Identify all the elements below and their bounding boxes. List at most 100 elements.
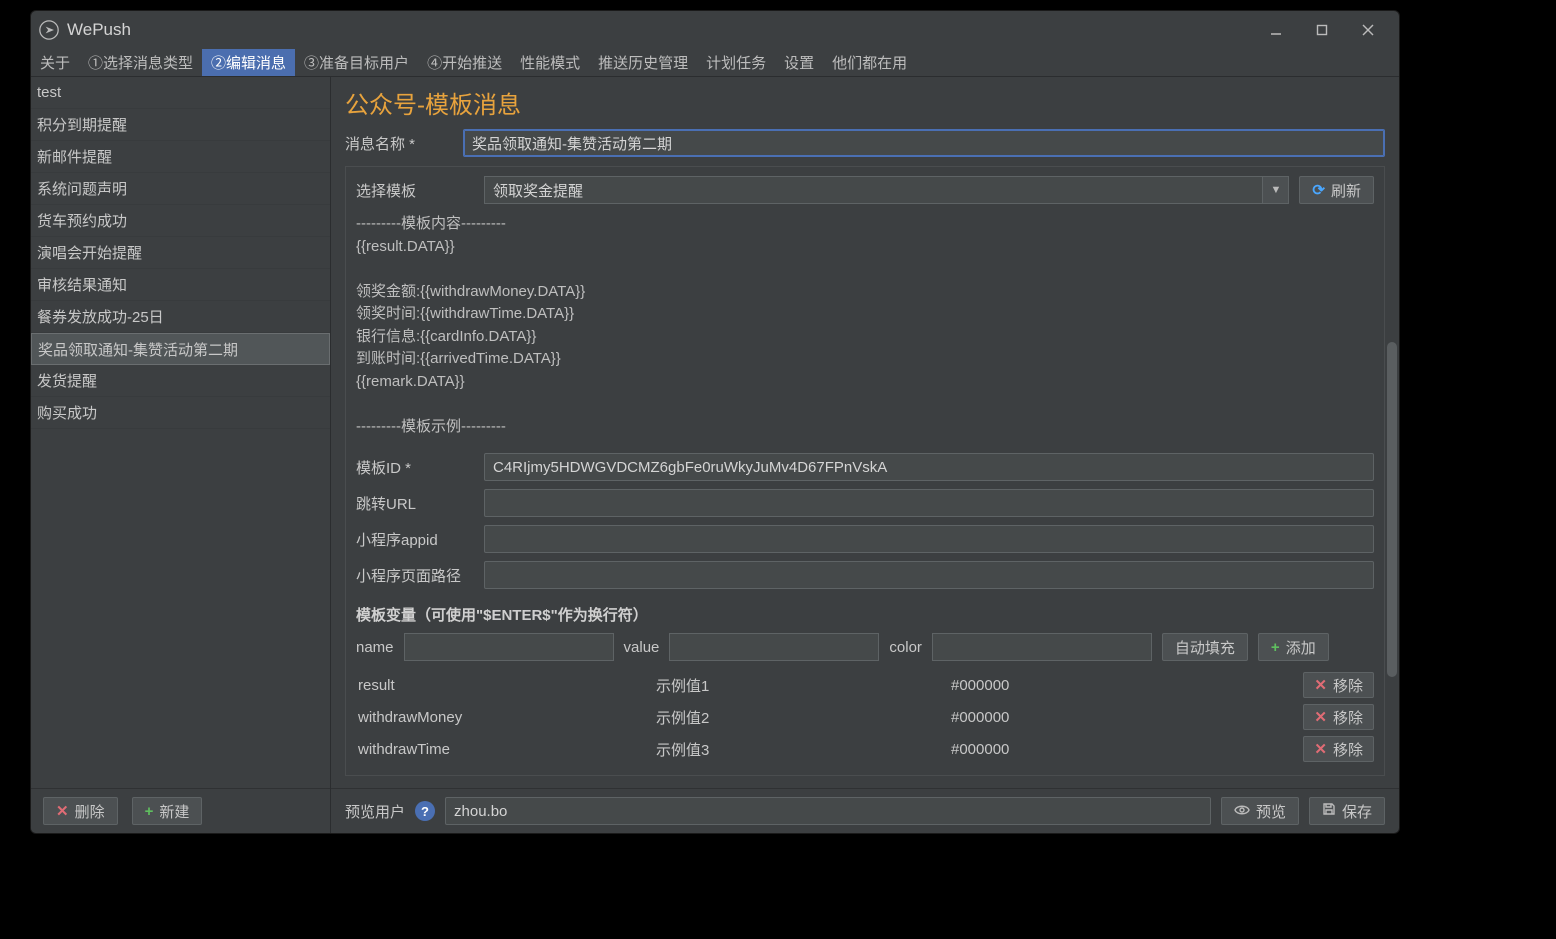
variable-row: withdrawMoney示例值2#000000✕移除 — [356, 701, 1374, 733]
tab-7[interactable]: 计划任务 — [697, 49, 775, 76]
titlebar: WePush — [31, 11, 1399, 49]
refresh-icon: ⟳ — [1312, 181, 1325, 199]
main-scrollbar[interactable] — [1387, 342, 1397, 736]
remove-variable-button[interactable]: ✕ 移除 — [1303, 704, 1374, 730]
tab-8[interactable]: 设置 — [775, 49, 823, 76]
jump-url-label: 跳转URL — [356, 493, 474, 514]
remove-button-label: 移除 — [1333, 707, 1363, 728]
variables-section: 模板变量（可使用"$ENTER$"作为换行符） name value color… — [346, 598, 1384, 765]
remove-button-label: 移除 — [1333, 675, 1363, 696]
var-name-label: name — [356, 639, 394, 656]
mini-appid-input[interactable] — [484, 525, 1374, 553]
autofill-button[interactable]: 自动填充 — [1162, 633, 1248, 661]
delete-button[interactable]: ✕ 删除 — [43, 797, 118, 825]
var-value-input[interactable] — [669, 633, 879, 661]
sidebar-item-10[interactable]: 购买成功 — [31, 397, 330, 429]
tab-3[interactable]: ③准备目标用户 — [295, 49, 418, 76]
sidebar-item-3[interactable]: 系统问题声明 — [31, 173, 330, 205]
jump-url-input[interactable] — [484, 489, 1374, 517]
template-select[interactable]: 领取奖金提醒 — [484, 176, 1263, 204]
close-icon: ✕ — [56, 802, 69, 820]
select-template-label: 选择模板 — [356, 180, 474, 201]
tab-2[interactable]: ②编辑消息 — [202, 49, 295, 76]
tab-1[interactable]: ①选择消息类型 — [79, 49, 202, 76]
msg-name-label: 消息名称 — [345, 133, 453, 154]
window-minimize-button[interactable] — [1253, 14, 1299, 46]
sidebar-item-0[interactable]: test — [31, 77, 330, 109]
sidebar-list: test积分到期提醒新邮件提醒系统问题声明货车预约成功演唱会开始提醒审核结果通知… — [31, 77, 330, 788]
variables-input-row: name value color 自动填充 + 添加 — [356, 633, 1374, 669]
sidebar-footer: ✕ 删除 + 新建 — [31, 788, 330, 833]
close-icon: ✕ — [1314, 740, 1327, 758]
preview-button[interactable]: 预览 — [1221, 797, 1299, 825]
window-maximize-button[interactable] — [1299, 14, 1345, 46]
sidebar-item-1[interactable]: 积分到期提醒 — [31, 109, 330, 141]
variables-title: 模板变量（可使用"$ENTER$"作为换行符） — [356, 598, 1374, 633]
var-name-input[interactable] — [404, 633, 614, 661]
template-content: ---------模板内容--------- {{result.DATA}} 领… — [346, 211, 1384, 444]
eye-icon — [1234, 803, 1250, 820]
scrollbar-thumb[interactable] — [1387, 342, 1397, 677]
template-id-input[interactable] — [484, 453, 1374, 481]
refresh-button[interactable]: ⟳ 刷新 — [1299, 176, 1374, 204]
template-panel: 选择模板 领取奖金提醒 ▼ ⟳ 刷新 ---------模板内容------ — [345, 166, 1385, 776]
var-row-value: 示例值3 — [656, 739, 951, 760]
var-row-value: 示例值2 — [656, 707, 951, 728]
sidebar-item-7[interactable]: 餐券发放成功-25日 — [31, 301, 330, 333]
var-row-name: result — [356, 677, 656, 694]
tab-5[interactable]: 性能模式 — [511, 49, 589, 76]
var-color-label: color — [889, 639, 922, 656]
main-header: 公众号-模板消息 — [331, 77, 1399, 126]
sidebar-item-9[interactable]: 发货提醒 — [31, 365, 330, 397]
preview-user-input[interactable] — [445, 797, 1211, 825]
main-tabs: 关于①选择消息类型②编辑消息③准备目标用户④开始推送性能模式推送历史管理计划任务… — [31, 49, 1399, 77]
close-icon: ✕ — [1314, 676, 1327, 694]
var-row-color: #000000 — [951, 709, 1268, 726]
remove-variable-button[interactable]: ✕ 移除 — [1303, 736, 1374, 762]
var-row-name: withdrawTime — [356, 741, 656, 758]
page-title: 公众号-模板消息 — [345, 85, 1385, 120]
sidebar-item-4[interactable]: 货车预约成功 — [31, 205, 330, 237]
template-select-value: 领取奖金提醒 — [493, 180, 583, 201]
remove-variable-button[interactable]: ✕ 移除 — [1303, 672, 1374, 698]
sidebar-item-5[interactable]: 演唱会开始提醒 — [31, 237, 330, 269]
help-icon[interactable]: ? — [415, 801, 435, 821]
add-variable-button[interactable]: + 添加 — [1258, 633, 1329, 661]
app-window: WePush 关于①选择消息类型②编辑消息③准备目标用户④开始推送性能模式推送历… — [30, 10, 1400, 834]
sidebar-item-6[interactable]: 审核结果通知 — [31, 269, 330, 301]
autofill-button-label: 自动填充 — [1175, 637, 1235, 658]
var-color-input[interactable] — [932, 633, 1152, 661]
sidebar-item-2[interactable]: 新邮件提醒 — [31, 141, 330, 173]
preview-button-label: 预览 — [1256, 801, 1286, 822]
app-title: WePush — [67, 20, 131, 40]
save-button-label: 保存 — [1342, 801, 1372, 822]
variable-row: withdrawTime示例值3#000000 ✕ 移除 — [356, 733, 1374, 765]
delete-button-label: 删除 — [75, 801, 105, 822]
var-row-color: #000000 — [951, 677, 1268, 694]
sidebar-item-8[interactable]: 奖品领取通知-集赞活动第二期 — [31, 333, 330, 365]
mini-path-label: 小程序页面路径 — [356, 565, 474, 586]
tab-0[interactable]: 关于 — [31, 49, 79, 76]
remove-button-label: 移除 — [1333, 739, 1363, 760]
msg-name-input[interactable] — [463, 129, 1385, 157]
var-row-value: 示例值1 — [656, 675, 951, 696]
template-id-label: 模板ID — [356, 457, 474, 478]
close-icon: ✕ — [1314, 708, 1327, 726]
main-panel: 公众号-模板消息 消息名称 选择模板 领取奖金提醒 ▼ — [331, 77, 1399, 833]
tab-4[interactable]: ④开始推送 — [418, 49, 511, 76]
tab-6[interactable]: 推送历史管理 — [589, 49, 697, 76]
window-close-button[interactable] — [1345, 14, 1391, 46]
chevron-down-icon[interactable]: ▼ — [1263, 176, 1289, 204]
save-button[interactable]: 保存 — [1309, 797, 1385, 825]
var-value-label: value — [624, 639, 660, 656]
new-button-label: 新建 — [159, 801, 189, 822]
mini-appid-label: 小程序appid — [356, 529, 474, 550]
variables-table: result示例值1#000000✕移除withdrawMoney示例值2#00… — [356, 669, 1374, 765]
app-body: test积分到期提醒新邮件提醒系统问题声明货车预约成功演唱会开始提醒审核结果通知… — [31, 77, 1399, 833]
app-icon — [39, 20, 59, 40]
var-row-color: #000000 — [951, 741, 1268, 758]
tab-9[interactable]: 他们都在用 — [823, 49, 916, 76]
save-icon — [1322, 802, 1336, 820]
mini-path-input[interactable] — [484, 561, 1374, 589]
new-button[interactable]: + 新建 — [132, 797, 203, 825]
